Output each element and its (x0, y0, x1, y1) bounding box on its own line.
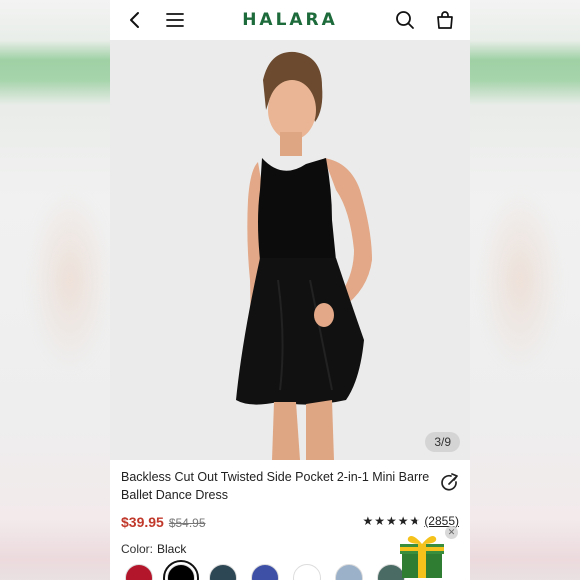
color-swatch[interactable] (251, 564, 279, 580)
share-icon[interactable] (439, 472, 461, 494)
star-rating: ★ ★ ★ ★ ★ (362, 515, 420, 527)
color-value: Black (157, 542, 187, 556)
star-icon: ★ (397, 514, 409, 528)
backdrop-right (470, 0, 580, 580)
half-star-icon: ★ (409, 514, 421, 528)
backdrop-blur-figure (30, 190, 110, 370)
color-swatch[interactable] (209, 564, 237, 580)
chevron-left-icon[interactable] (124, 9, 146, 31)
close-icon[interactable]: ✕ (445, 526, 458, 539)
color-selection-label: Color: Black (121, 542, 186, 556)
price-row: $39.95 $54.95 (121, 514, 206, 530)
product-photo[interactable] (110, 40, 470, 460)
gift-box-icon (400, 536, 444, 578)
product-page: HALARA 3/9 Backless Cut Out Twisted Side… (110, 0, 470, 580)
hamburger-menu-icon[interactable] (164, 9, 186, 31)
gift-promo-button[interactable] (398, 530, 446, 580)
color-swatch[interactable] (163, 560, 199, 580)
star-icon: ★ (386, 514, 397, 528)
rating[interactable]: ★ ★ ★ ★ ★ (2855) (362, 514, 459, 528)
top-navigation-bar: HALARA (110, 0, 470, 40)
star-icon: ★ (374, 514, 386, 528)
backdrop-left (0, 0, 110, 580)
color-swatch[interactable] (125, 564, 153, 580)
color-label: Color: (121, 542, 154, 556)
brand-logo[interactable]: HALARA (242, 10, 338, 30)
color-swatches (125, 560, 405, 580)
shopping-bag-icon[interactable] (434, 9, 456, 31)
product-image-gallery[interactable]: 3/9 (110, 40, 470, 460)
product-title: Backless Cut Out Twisted Side Pocket 2-i… (121, 470, 430, 502)
backdrop-blur-figure (480, 190, 560, 370)
original-price: $54.95 (168, 516, 206, 530)
star-icon: ★ (362, 514, 374, 528)
color-swatch[interactable] (335, 564, 363, 580)
sale-price: $39.95 (121, 514, 164, 530)
image-counter: 3/9 (425, 432, 460, 452)
search-icon[interactable] (394, 9, 416, 31)
color-swatch[interactable] (293, 564, 321, 580)
